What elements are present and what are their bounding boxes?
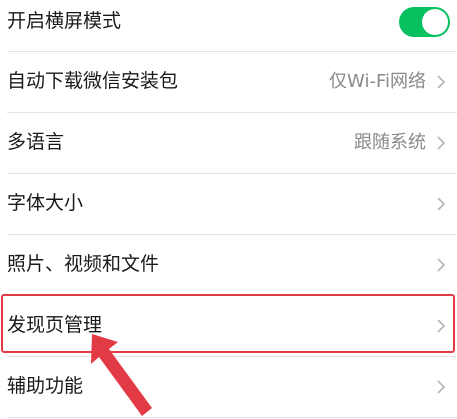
- settings-row-landscape-mode[interactable]: 开启横屏模式: [0, 0, 457, 51]
- settings-row-label: 多语言: [7, 131, 65, 153]
- settings-list: 开启横屏模式 自动下载微信安装包 仅Wi-Fi网络 多语言 跟随系统 字体大小 …: [0, 0, 457, 419]
- settings-row-media-files[interactable]: 照片、视频和文件: [0, 235, 457, 294]
- toggle-knob: [422, 9, 448, 35]
- settings-row-auto-download[interactable]: 自动下载微信安装包 仅Wi-Fi网络: [0, 52, 457, 111]
- chevron-right-icon: [437, 136, 446, 150]
- settings-row-language[interactable]: 多语言 跟随系统: [0, 113, 457, 172]
- settings-row-label: 自动下载微信安装包: [7, 70, 179, 92]
- settings-row-font-size[interactable]: 字体大小: [0, 174, 457, 233]
- chevron-right-icon: [437, 319, 446, 333]
- chevron-right-icon: [437, 380, 446, 394]
- chevron-right-icon: [437, 75, 446, 89]
- settings-row-accessibility[interactable]: 辅助功能: [0, 357, 457, 416]
- chevron-right-icon: [437, 258, 446, 272]
- settings-row-discover-management[interactable]: 发现页管理: [0, 296, 457, 355]
- settings-row-value: 跟随系统: [354, 132, 426, 153]
- settings-row-value: 仅Wi-Fi网络: [329, 71, 426, 92]
- settings-row-label: 辅助功能: [7, 375, 84, 397]
- chevron-right-icon: [437, 197, 446, 211]
- settings-row-label: 开启横屏模式: [7, 10, 122, 32]
- settings-row-label: 发现页管理: [7, 314, 103, 336]
- divider: [7, 417, 457, 418]
- landscape-mode-toggle[interactable]: [399, 7, 450, 37]
- settings-row-label: 字体大小: [7, 192, 84, 214]
- settings-row-label: 照片、视频和文件: [7, 253, 160, 275]
